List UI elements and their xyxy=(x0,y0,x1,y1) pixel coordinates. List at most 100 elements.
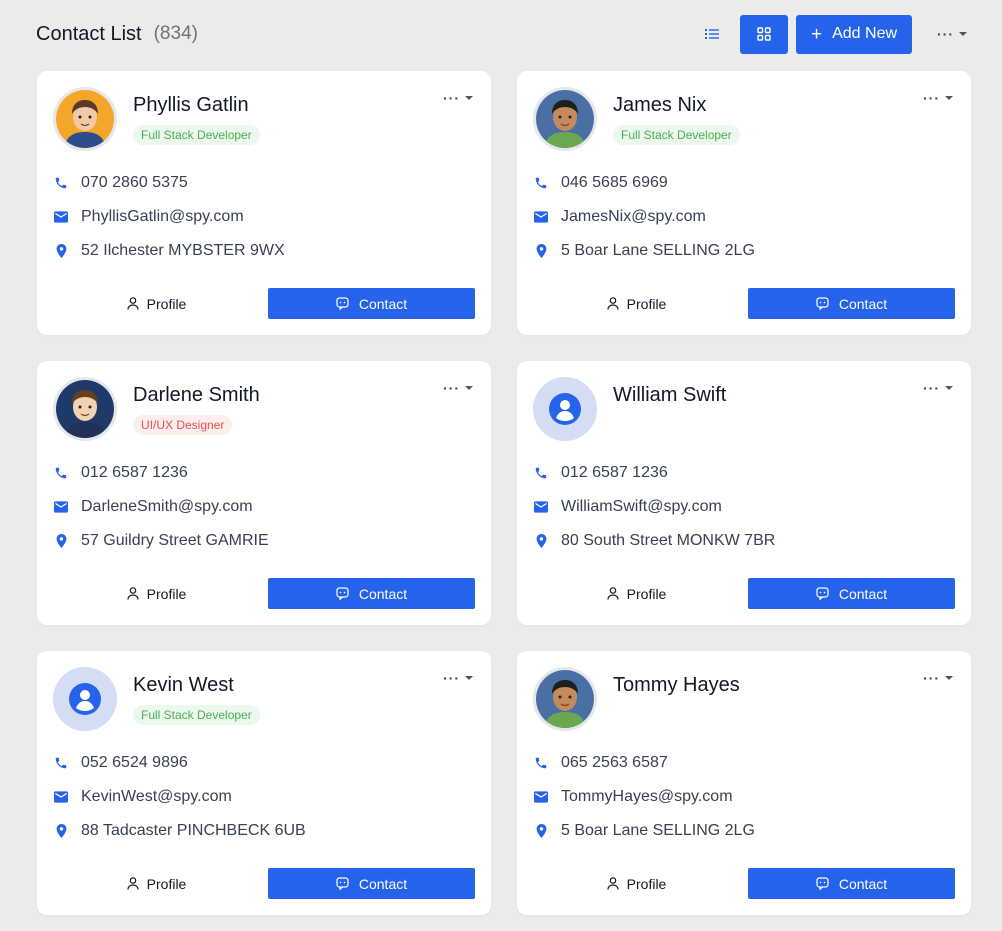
user-icon xyxy=(607,877,619,890)
location-pin-icon xyxy=(533,823,549,839)
contact-card: Tommy Hayes ··· 065 2563 6587 TommyHayes… xyxy=(517,651,971,915)
contact-name: Darlene Smith xyxy=(133,384,260,406)
email-address[interactable]: JamesNix@spy.com xyxy=(561,208,706,226)
avatar xyxy=(53,87,117,151)
grid-view-icon xyxy=(757,27,771,41)
card-more-menu[interactable]: ··· xyxy=(441,89,475,107)
card-more-menu[interactable]: ··· xyxy=(921,669,955,687)
street-address: 52 Ilchester MYBSTER 9WX xyxy=(81,242,285,259)
email-address[interactable]: TommyHayes@spy.com xyxy=(561,788,733,806)
contact-button[interactable]: Contact xyxy=(748,578,955,609)
contact-label: Contact xyxy=(358,585,408,602)
phone-row: 052 6524 9896 xyxy=(53,754,188,772)
phone-row: 012 6587 1236 xyxy=(53,464,188,482)
contact-card: William Swift ··· 012 6587 1236 WilliamS… xyxy=(517,361,971,625)
phone-row: 012 6587 1236 xyxy=(533,464,668,482)
email-row: JamesNix@spy.com xyxy=(533,208,706,226)
chat-icon xyxy=(336,297,349,310)
role-badge: Full Stack Developer xyxy=(613,125,740,145)
phone-icon xyxy=(533,175,549,191)
add-new-button[interactable]: + Add New xyxy=(796,14,912,54)
more-dots-icon: ··· xyxy=(443,380,460,396)
address-row: 57 Guildry Street GAMRIE xyxy=(53,532,269,550)
more-dots-icon: ··· xyxy=(443,670,460,686)
email-icon xyxy=(53,499,69,515)
profile-label: Profile xyxy=(146,875,187,892)
street-address: 80 South Street MONKW 7BR xyxy=(561,532,776,549)
email-address[interactable]: PhyllisGatlin@spy.com xyxy=(81,208,244,226)
email-row: DarleneSmith@spy.com xyxy=(53,498,253,516)
chevron-down-icon xyxy=(465,676,473,680)
contact-label: Contact xyxy=(838,875,888,892)
phone-icon xyxy=(53,755,69,771)
email-address[interactable]: DarleneSmith@spy.com xyxy=(81,498,253,516)
role-badge: Full Stack Developer xyxy=(133,125,260,145)
toolbar: + Add New ··· xyxy=(692,14,972,54)
phone-icon xyxy=(533,755,549,771)
user-icon xyxy=(607,587,619,600)
profile-button[interactable]: Profile xyxy=(53,868,260,899)
phone-row: 065 2563 6587 xyxy=(533,754,668,772)
location-pin-icon xyxy=(53,243,69,259)
location-pin-icon xyxy=(533,243,549,259)
card-more-menu[interactable]: ··· xyxy=(921,89,955,107)
contact-card: Phyllis Gatlin Full Stack Developer ··· … xyxy=(37,71,491,335)
chat-icon xyxy=(816,587,829,600)
role-badge: Full Stack Developer xyxy=(133,705,260,725)
email-icon xyxy=(53,209,69,225)
header-more-menu[interactable]: ··· xyxy=(932,15,972,53)
user-icon xyxy=(607,297,619,310)
profile-label: Profile xyxy=(626,585,667,602)
phone-number: 052 6524 9896 xyxy=(81,754,188,771)
avatar xyxy=(533,667,597,731)
more-dots-icon: ··· xyxy=(443,90,460,106)
location-pin-icon xyxy=(53,533,69,549)
profile-button[interactable]: Profile xyxy=(53,578,260,609)
contact-button[interactable]: Contact xyxy=(748,868,955,899)
profile-label: Profile xyxy=(146,585,187,602)
chat-icon xyxy=(336,587,349,600)
profile-button[interactable]: Profile xyxy=(533,578,740,609)
more-dots-icon: ··· xyxy=(937,26,954,42)
more-dots-icon: ··· xyxy=(923,380,940,396)
grid-view-button[interactable] xyxy=(740,14,788,54)
contact-name: Phyllis Gatlin xyxy=(133,94,249,116)
email-icon xyxy=(533,789,549,805)
contact-button[interactable]: Contact xyxy=(268,578,475,609)
contact-card: Kevin West Full Stack Developer ··· 052 … xyxy=(37,651,491,915)
email-address[interactable]: WilliamSwift@spy.com xyxy=(561,498,722,516)
phone-icon xyxy=(533,465,549,481)
contact-button[interactable]: Contact xyxy=(748,288,955,319)
address-row: 5 Boar Lane SELLING 2LG xyxy=(533,242,755,260)
profile-button[interactable]: Profile xyxy=(533,288,740,319)
phone-row: 070 2860 5375 xyxy=(53,174,188,192)
list-view-button[interactable] xyxy=(692,15,732,53)
contact-button[interactable]: Contact xyxy=(268,288,475,319)
street-address: 57 Guildry Street GAMRIE xyxy=(81,532,269,549)
chevron-down-icon xyxy=(945,676,953,680)
chevron-down-icon xyxy=(945,386,953,390)
card-more-menu[interactable]: ··· xyxy=(921,379,955,397)
street-address: 5 Boar Lane SELLING 2LG xyxy=(561,822,755,839)
profile-button[interactable]: Profile xyxy=(53,288,260,319)
phone-icon xyxy=(53,175,69,191)
street-address: 88 Tadcaster PINCHBECK 6UB xyxy=(81,822,306,839)
email-address[interactable]: KevinWest@spy.com xyxy=(81,788,232,806)
contact-name: Tommy Hayes xyxy=(613,674,740,696)
card-more-menu[interactable]: ··· xyxy=(441,379,475,397)
contact-label: Contact xyxy=(838,295,888,312)
email-icon xyxy=(533,209,549,225)
contact-name: James Nix xyxy=(613,94,707,116)
profile-label: Profile xyxy=(146,295,187,312)
contact-name: Kevin West xyxy=(133,674,234,696)
contact-button[interactable]: Contact xyxy=(268,868,475,899)
contact-card: Darlene Smith UI/UX Designer ··· 012 658… xyxy=(37,361,491,625)
contact-label: Contact xyxy=(358,295,408,312)
profile-button[interactable]: Profile xyxy=(533,868,740,899)
chevron-down-icon xyxy=(945,96,953,100)
email-row: TommyHayes@spy.com xyxy=(533,788,733,806)
card-more-menu[interactable]: ··· xyxy=(441,669,475,687)
page-title: Contact List xyxy=(36,22,142,45)
chevron-down-icon xyxy=(959,32,967,36)
list-view-icon xyxy=(705,29,719,39)
